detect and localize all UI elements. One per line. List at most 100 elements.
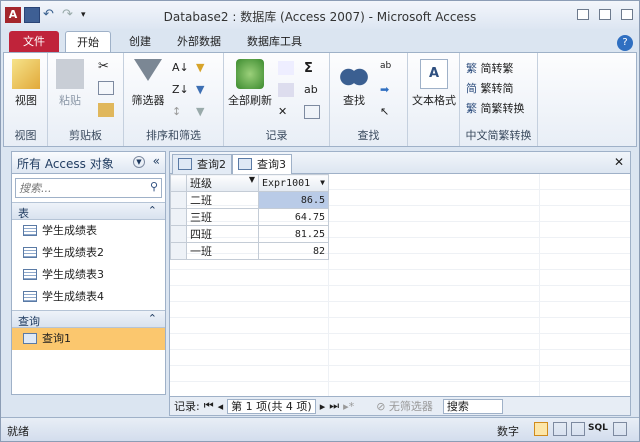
nav-item-table[interactable]: 学生成绩表 [12,220,165,242]
close-document-icon[interactable]: ✕ [614,155,624,169]
prev-record-icon[interactable]: ◂ [218,400,224,413]
table-row[interactable]: 四班 81.25 [170,225,329,243]
record-search-field[interactable]: 搜索 [442,398,503,414]
document-area: 查询2 查询3 ✕ 班级 ▼ Expr1001 ▼ 二班 86.5 三班 64.75… [169,151,631,416]
text-format-button[interactable]: A 文本格式 [410,59,458,108]
column-header[interactable]: 班级 ▼ [186,174,259,192]
save-record-icon[interactable] [278,83,294,97]
close-button[interactable] [621,9,633,20]
group-chinese-conversion: 繁 简转繁 简 繁转简 繁 简繁转换 中文简繁转换 [460,53,538,146]
table-icon [23,247,37,258]
table-row[interactable]: 二班 86.5 [170,191,329,209]
tab-query2[interactable]: 查询2 [172,154,232,174]
column-dropdown-icon[interactable]: ▼ [249,175,255,184]
tab-external-data[interactable]: 外部数据 [167,31,231,53]
pivot-chart-view-icon[interactable] [571,422,585,436]
shutter-bar-close-icon[interactable]: « [153,154,160,168]
section-queries[interactable]: 查询 ⌃ [12,310,165,328]
column-dropdown-icon[interactable]: ▼ [320,178,325,187]
tab-create[interactable]: 创建 [119,31,161,53]
replace-icon[interactable]: ab [380,61,396,75]
table-row[interactable]: 一班 82 [170,242,329,260]
maximize-button[interactable] [599,9,611,20]
refresh-all-button[interactable]: 全部刷新 [226,59,274,108]
minimize-button[interactable] [577,9,589,20]
group-clipboard: 粘贴 ✂ 剪贴板 [48,53,124,146]
window-controls [577,9,633,20]
row-selector[interactable] [170,225,187,243]
cell[interactable]: 81.25 [258,225,329,243]
section-tables[interactable]: 表 ⌃ [12,202,165,220]
tab-database-tools[interactable]: 数据库工具 [237,31,312,53]
copy-icon[interactable] [98,81,114,95]
column-header[interactable]: Expr1001 ▼ [258,174,329,192]
nav-search-box: ⚲ [15,178,162,198]
nav-item-table[interactable]: 学生成绩表2 [12,242,165,264]
goto-icon[interactable]: ➡ [380,83,396,97]
trad-to-sim-button[interactable]: 简 繁转简 [466,79,525,99]
selection-filter-icon[interactable]: ▼ [196,61,212,75]
table-row[interactable]: 三班 64.75 [170,208,329,226]
filter-status[interactable]: ⊘ 无筛选器 [376,398,433,414]
record-position-field[interactable]: 第 1 项(共 4 项) [227,398,316,414]
convert-button[interactable]: 繁 简繁转换 [466,99,525,119]
sim-to-trad-button[interactable]: 繁 简转繁 [466,59,525,79]
first-record-icon[interactable]: ⏮ [204,399,214,413]
tab-file[interactable]: 文件 [9,31,59,53]
next-record-icon[interactable]: ▸ [320,400,326,413]
cell[interactable]: 64.75 [258,208,329,226]
tab-home[interactable]: 开始 [65,31,111,53]
text-format-icon: A [420,59,448,89]
nav-item-query[interactable]: 查询1 [12,328,165,350]
nav-menu-icon[interactable]: ▼ [133,156,145,168]
select-icon[interactable]: ↖ [380,105,396,119]
filter-button[interactable]: 筛选器 [126,59,170,108]
group-view: 视图 视图 [4,53,48,146]
tab-query3[interactable]: 查询3 [232,154,292,175]
help-icon[interactable]: ? [617,35,633,51]
collapse-icon[interactable]: ⌃ [148,312,157,325]
design-view-icon[interactable] [613,422,627,436]
datasheet-grid: 班级 ▼ Expr1001 ▼ 二班 86.5 三班 64.75 四班 81.25 一… [170,174,630,397]
nav-item-table[interactable]: 学生成绩表4 [12,286,165,308]
more-records-icon[interactable] [304,105,320,119]
last-record-icon[interactable]: ⏭ [329,399,339,413]
cell[interactable]: 三班 [186,208,259,226]
totals-icon[interactable]: Σ [304,61,320,76]
format-painter-icon[interactable] [98,103,114,117]
find-button[interactable]: 查找 [334,59,374,108]
new-record-nav-icon[interactable]: ▸* [343,400,354,413]
cell[interactable]: 82 [258,242,329,260]
spelling-icon[interactable]: ab [304,83,320,97]
row-selector[interactable] [170,208,187,226]
cut-icon[interactable]: ✂ [98,59,114,74]
sort-ascending-icon[interactable]: A↓ [172,61,189,75]
row-selector[interactable] [170,191,187,209]
cell[interactable]: 一班 [186,242,259,260]
row-selector[interactable] [170,242,187,260]
cell[interactable]: 二班 [186,191,259,209]
nav-header[interactable]: 所有 Access 对象 ▼ « [12,152,165,174]
advanced-filter-icon[interactable]: ▼ [196,83,212,97]
sort-descending-icon[interactable]: Z↓ [172,83,189,97]
pivot-table-view-icon[interactable] [553,422,567,436]
status-bar: 就绪 数字 SQL [1,417,639,441]
nav-item-table[interactable]: 学生成绩表3 [12,264,165,286]
navigation-pane: 所有 Access 对象 ▼ « ⚲ 表 ⌃ 学生成绩表 学生成绩表2 学生成绩… [11,151,166,395]
delete-record-icon[interactable]: ✕ [278,105,294,119]
cell[interactable]: 86.5 [258,191,329,209]
search-icon[interactable]: ⚲ [150,180,158,193]
toggle-filter-icon[interactable]: ▼ [196,105,212,119]
collapse-icon[interactable]: ⌃ [148,204,157,217]
cell[interactable]: 四班 [186,225,259,243]
select-all-corner[interactable] [170,174,187,192]
nav-search-input[interactable] [16,179,146,197]
view-button[interactable]: 视图 [6,59,46,108]
access-window: A ↶ ↷ ▾ Database2 : 数据库 (Access 2007) - … [0,0,640,442]
clear-sort-icon[interactable]: ↕ [172,105,188,119]
datasheet-view-icon[interactable] [534,422,548,436]
new-record-icon[interactable] [278,61,294,75]
sql-view-icon[interactable]: SQL [588,423,608,433]
header-row: 班级 ▼ Expr1001 ▼ [170,174,329,192]
paste-button[interactable]: 粘贴 [52,59,88,108]
